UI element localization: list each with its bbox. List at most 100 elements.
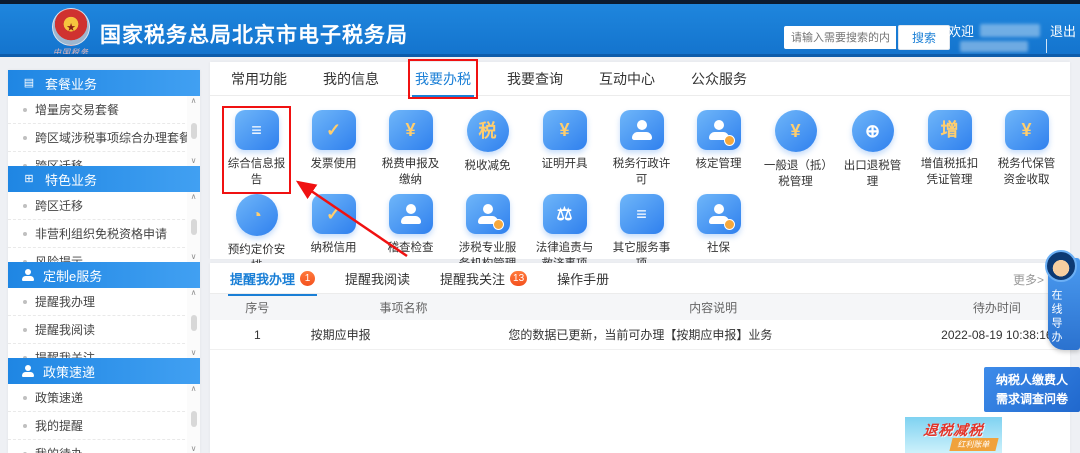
chevron-down-icon[interactable]: ∨	[191, 157, 197, 165]
nav-tab-常用功能[interactable]: 常用功能	[228, 63, 290, 95]
sidebar-item[interactable]: 跨区迁移	[8, 192, 200, 220]
function-item-证明开具[interactable]: ¥ 证明开具	[532, 108, 597, 192]
sidebar-item[interactable]: 提醒我阅读	[8, 316, 200, 344]
scrollbar-thumb[interactable]	[190, 219, 197, 235]
sidebar-section-header[interactable]: ▤ 套餐业务	[8, 70, 200, 96]
online-guide-label: 在线导办	[1050, 289, 1062, 345]
count-badge: 13	[510, 270, 528, 286]
person-glyph	[631, 120, 652, 140]
sidebar-item[interactable]: 我的提醒	[8, 412, 200, 440]
person-badge-icon	[619, 110, 664, 150]
customer-service-avatar-icon	[1045, 250, 1077, 282]
logout-button[interactable]: 退出	[1050, 21, 1076, 40]
function-item-税务代保管资金收取[interactable]: ¥ 税务代保管资金收取	[994, 108, 1059, 192]
column-header: 内容说明	[689, 300, 738, 315]
more-link[interactable]: 更多>	[1013, 271, 1044, 288]
reminder-tab-提醒我阅读[interactable]: 提醒我阅读	[343, 264, 412, 293]
function-item-税费申报及缴纳[interactable]: ¥ 税费申报及缴纳	[378, 108, 443, 192]
function-item-一般退（抵）税管理[interactable]: ¥ 一般退（抵）税管理	[763, 108, 828, 192]
promo-banner[interactable]: 退税减税 红利账单	[905, 417, 1002, 453]
icon-glyph: ≡	[251, 120, 262, 140]
sidebar-item[interactable]: 政策速递	[8, 384, 200, 412]
chevron-down-icon[interactable]: ∨	[191, 445, 197, 453]
function-item-增值税抵扣凭证管理[interactable]: 增增值税抵扣凭证管理	[917, 108, 982, 192]
sidebar-item[interactable]: 提醒我关注	[8, 344, 200, 358]
header-bar: ★ 中国税务 国家税务总局北京市电子税务局 搜索 欢迎 退出	[0, 0, 1080, 57]
nav-tab-我的信息[interactable]: 我的信息	[320, 63, 382, 95]
function-item-综合信息报告[interactable]: ≡ 综合信息报告	[222, 105, 291, 195]
nav-tab-公众服务[interactable]: 公众服务	[688, 63, 750, 95]
grid-icon: ⊞	[24, 172, 34, 185]
clipboard-icon: ≡	[234, 110, 279, 150]
sidebar-item[interactable]: 增量房交易套餐	[8, 96, 200, 124]
gavel-icon: ⚖	[542, 194, 587, 235]
sidebar-section-header[interactable]: 定制e服务	[8, 262, 200, 288]
search-input[interactable]	[784, 26, 896, 49]
table-header-row: 序号 事项名称 内容说明 待办时间	[210, 294, 1070, 320]
sidebar-item[interactable]: 风险提示	[8, 248, 200, 262]
gear-icon	[723, 135, 735, 146]
online-guide-widget[interactable]: 在线导办	[1045, 250, 1080, 350]
gauge-circle-icon: ◔	[235, 194, 278, 237]
chevron-down-icon[interactable]: ∨	[191, 253, 197, 261]
welcome-text: 欢迎	[948, 21, 1041, 40]
survey-banner[interactable]: 纳税人缴费人 需求调查问卷	[984, 367, 1080, 412]
survey-banner-line1: 纳税人缴费人	[995, 372, 1068, 387]
sidebar-item-label: 增量房交易套餐	[35, 103, 120, 117]
search-button[interactable]: 搜索	[898, 25, 950, 50]
function-item-核定管理[interactable]: 核定管理	[686, 108, 751, 192]
function-item-出口退税管理[interactable]: ⊕ 出口退税管理	[840, 108, 905, 192]
scrollbar[interactable]: ∧ ∨	[187, 384, 200, 453]
person-gear-icon	[696, 110, 741, 150]
ticket-check-icon: ✓	[311, 110, 356, 150]
table-row[interactable]: 1 按期应申报 您的数据已更新，当前可办理【按期应申报】业务 2022-08-19 1…	[210, 320, 1070, 350]
sidebar-section-header[interactable]: 政策速递	[8, 358, 200, 384]
icon-glyph: ¥	[790, 121, 801, 141]
function-item-label: 税务行政许可	[612, 158, 671, 186]
sidebar-item[interactable]: 跨区迁移	[8, 152, 200, 166]
person-icon	[22, 365, 34, 377]
chevron-up-icon[interactable]: ∧	[191, 289, 197, 297]
sidebar-item[interactable]: 我的待办	[8, 440, 200, 453]
globe-circle-icon: ⊕	[851, 110, 894, 152]
nav-tab-互动中心[interactable]: 互动中心	[596, 63, 658, 95]
function-item-税务行政许可[interactable]: 税务行政许可	[609, 108, 674, 192]
function-item-发票使用[interactable]: ✓ 发票使用	[301, 108, 366, 192]
sidebar-item[interactable]: 非营利组织免税资格申请	[8, 220, 200, 248]
sidebar-section-list: 增量房交易套餐 跨区域涉税事项综合办理套餐 跨区迁移 ∧ ∨	[8, 96, 200, 166]
function-grid-row: ≡ 综合信息报告 ✓ 发票使用 ¥ 税费申报及缴纳税税收减免 ¥ 证明开具 税务行政许可 核定管理…	[218, 105, 1070, 195]
sidebar-section-title: 套餐业务	[45, 76, 98, 92]
function-item-label: 核定管理	[695, 158, 742, 170]
reminder-tab-提醒我办理[interactable]: 提醒我办理 1	[228, 264, 318, 296]
sidebar-item-label: 风险提示	[35, 255, 84, 262]
nav-tab-我要查询[interactable]: 我要查询	[504, 63, 566, 95]
sidebar-section-list: 跨区迁移 非营利组织免税资格申请 风险提示 ∧ ∨	[8, 192, 200, 262]
tax-bureau-logo: ★ 中国税务	[48, 8, 94, 58]
scrollbar[interactable]: ∧ ∨	[187, 96, 200, 166]
function-item-label: 证明开具	[541, 158, 588, 170]
reminder-tab-操作手册[interactable]: 操作手册	[555, 264, 611, 293]
scrollbar-thumb[interactable]	[190, 123, 197, 139]
scrollbar-thumb[interactable]	[190, 315, 197, 331]
promo-banner-title: 退税减税	[922, 422, 985, 438]
chevron-up-icon[interactable]: ∧	[191, 193, 197, 201]
table-cell: 您的数据已更新，当前可办理【按期应申报】业务	[508, 328, 773, 342]
chevron-up-icon[interactable]: ∧	[191, 385, 197, 393]
sidebar-item-label: 跨区域涉税事项综合办理套餐	[35, 131, 192, 145]
function-item-label: 税收减免	[464, 160, 511, 172]
scrollbar[interactable]: ∧ ∨	[187, 288, 200, 358]
reminder-tab-提醒我关注[interactable]: 提醒我关注 13	[438, 264, 529, 293]
icon-glyph: ≡	[636, 204, 647, 225]
chevron-up-icon[interactable]: ∧	[191, 97, 197, 105]
nav-tab-我要办税[interactable]: 我要办税	[408, 58, 478, 99]
chevron-down-icon[interactable]: ∨	[191, 349, 197, 357]
sidebar-item-label: 提醒我阅读	[35, 323, 96, 337]
sidebar-item[interactable]: 提醒我办理	[8, 288, 200, 316]
reminder-tab-label: 提醒我关注	[440, 271, 506, 287]
function-item-税收减免[interactable]: 税税收减免	[455, 108, 520, 192]
sidebar-item[interactable]: 跨区域涉税事项综合办理套餐	[8, 124, 200, 152]
scrollbar-thumb[interactable]	[190, 411, 197, 427]
scrollbar[interactable]: ∧ ∨	[187, 192, 200, 262]
sidebar-section-header[interactable]: ⊞ 特色业务	[8, 166, 200, 192]
sidebar-item-label: 跨区迁移	[35, 159, 84, 166]
